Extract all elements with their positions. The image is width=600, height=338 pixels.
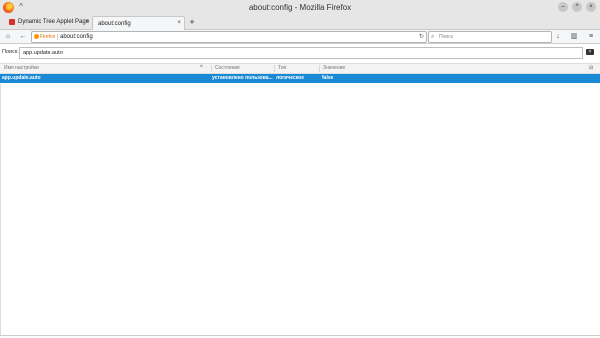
tab-strip: Dynamic Tree Applet Page × about:config … bbox=[0, 15, 600, 30]
column-header-state[interactable]: Состояние bbox=[215, 64, 240, 73]
column-divider[interactable] bbox=[211, 65, 212, 72]
close-tab-icon[interactable]: × bbox=[85, 16, 89, 28]
search-placeholder: Поиск bbox=[439, 34, 453, 40]
config-search-input[interactable]: app.update.auto bbox=[19, 47, 583, 59]
sort-ascending-icon[interactable]: ^ bbox=[200, 64, 203, 73]
tab-label: about:config bbox=[98, 21, 131, 27]
menu-icon[interactable]: ≡ bbox=[586, 31, 596, 42]
clear-search-icon[interactable]: × bbox=[586, 49, 594, 55]
tab-about-config[interactable]: about:config × bbox=[92, 16, 185, 30]
identity-box[interactable]: Firefox bbox=[34, 32, 55, 42]
tab-dynamic-tree[interactable]: Dynamic Tree Applet Page × bbox=[7, 16, 92, 28]
firefox-identity-icon bbox=[34, 34, 39, 39]
home-icon[interactable]: ⌂ bbox=[3, 31, 13, 42]
window-bottom-border bbox=[0, 335, 600, 336]
column-divider[interactable] bbox=[319, 65, 320, 72]
downloads-icon[interactable]: ↓ bbox=[553, 31, 563, 42]
back-icon[interactable]: ← bbox=[18, 31, 28, 42]
page-favicon-icon bbox=[9, 19, 15, 25]
close-window-button[interactable]: × bbox=[586, 2, 596, 12]
reload-icon[interactable]: ↻ bbox=[419, 32, 424, 42]
pref-name-cell: app.update.auto bbox=[2, 75, 41, 81]
web-search-input[interactable]: ⌕ Поиск bbox=[428, 31, 552, 43]
new-tab-button[interactable]: + bbox=[186, 15, 198, 29]
config-search-value[interactable]: app.update.auto bbox=[23, 48, 63, 58]
table-row[interactable]: app.update.auto установлено пользова... … bbox=[0, 74, 600, 83]
search-icon: ⌕ bbox=[431, 34, 435, 40]
navigation-toolbar: ⌂ ← Firefox about:config ↻ ⌕ Поиск ↓ ▥ ≡ bbox=[0, 30, 600, 44]
column-header-name[interactable]: Имя настройки bbox=[4, 64, 39, 73]
table-left-border bbox=[0, 84, 1, 335]
window-titlebar: ^ about:config - Mozilla Firefox – ^ × bbox=[0, 0, 600, 15]
pref-value-cell: false bbox=[322, 75, 334, 81]
column-header-type[interactable]: Тип bbox=[278, 64, 286, 73]
minimize-button[interactable]: – bbox=[558, 2, 568, 12]
config-search-label: Поиск: bbox=[2, 49, 19, 55]
prefs-table-header: Имя настройки ^ Состояние Тип Значение ⊟ bbox=[0, 63, 600, 74]
tab-label: Dynamic Tree Applet Page bbox=[18, 19, 90, 25]
close-tab-icon[interactable]: × bbox=[177, 17, 181, 29]
window-title: about:config - Mozilla Firefox bbox=[248, 3, 352, 12]
url-bar[interactable]: Firefox about:config ↻ bbox=[31, 31, 427, 43]
column-header-value[interactable]: Значение bbox=[323, 64, 345, 73]
pref-type-cell: логическое bbox=[276, 75, 304, 81]
url-text[interactable]: about:config bbox=[60, 32, 93, 42]
divider bbox=[57, 34, 58, 40]
sidebar-icon[interactable]: ▥ bbox=[569, 31, 579, 42]
column-picker-icon[interactable]: ⊟ bbox=[589, 64, 593, 73]
column-divider[interactable] bbox=[274, 65, 275, 72]
config-search-row: Поиск: app.update.auto × bbox=[0, 45, 600, 61]
pref-state-cell: установлено пользова... bbox=[212, 75, 273, 81]
maximize-button[interactable]: ^ bbox=[572, 2, 582, 12]
identity-label: Firefox bbox=[40, 34, 56, 40]
